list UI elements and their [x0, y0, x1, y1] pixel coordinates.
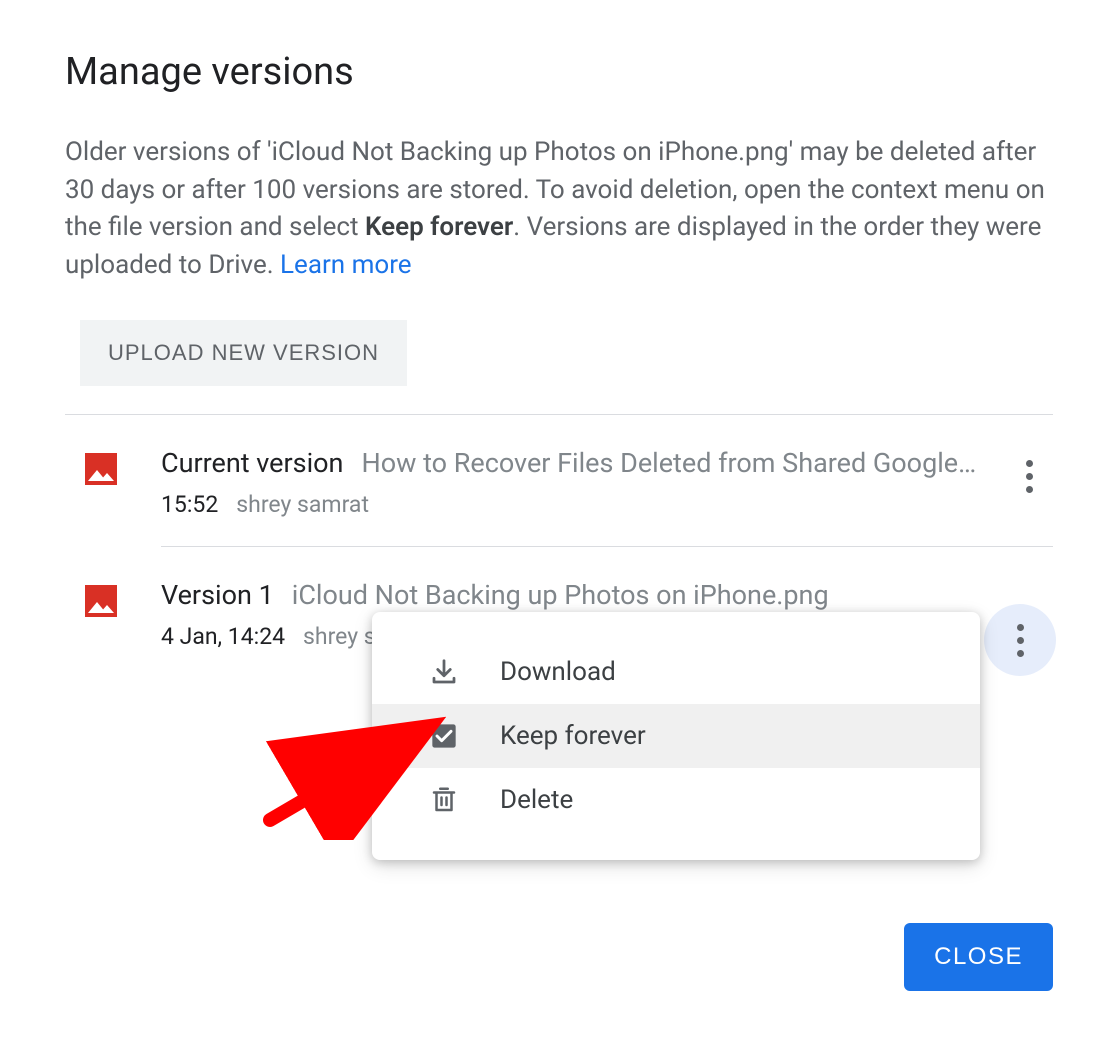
close-button[interactable]: CLOSE — [904, 923, 1053, 991]
menu-item-keep-forever[interactable]: Keep forever — [372, 704, 980, 768]
upload-new-version-button[interactable]: UPLOAD NEW VERSION — [80, 320, 407, 386]
description-bold: Keep forever — [365, 212, 513, 242]
more-vertical-icon — [1017, 624, 1024, 657]
menu-item-delete[interactable]: Delete — [372, 768, 980, 832]
version-author: shrey samrat — [236, 491, 369, 518]
version-label: Version 1 — [161, 579, 274, 611]
menu-label-keep-forever: Keep forever — [500, 721, 646, 751]
menu-item-download[interactable]: Download — [372, 640, 980, 704]
image-file-icon — [85, 453, 117, 485]
version-content: Current version How to Recover Files Del… — [161, 447, 995, 518]
dialog-title: Manage versions — [65, 50, 1053, 94]
checkbox-checked-icon — [428, 720, 460, 752]
version-label: Current version — [161, 447, 343, 479]
trash-icon — [428, 784, 460, 816]
download-icon — [428, 656, 460, 688]
version-filename: iCloud Not Backing up Photos on iPhone.p… — [292, 579, 829, 611]
version-time: 15:52 — [161, 491, 218, 518]
version-item-current: Current version How to Recover Files Del… — [65, 415, 1053, 546]
learn-more-link[interactable]: Learn more — [280, 250, 412, 280]
version-filename: How to Recover Files Deleted from Shared… — [361, 447, 976, 479]
dialog-description: Older versions of 'iCloud Not Backing up… — [65, 134, 1053, 285]
menu-label-download: Download — [500, 657, 616, 687]
version-time: 4 Jan, 14:24 — [161, 623, 285, 650]
manage-versions-dialog: Manage versions Older versions of 'iClou… — [0, 0, 1118, 1046]
image-file-icon — [85, 585, 117, 617]
context-menu: Download Keep forever Delete — [372, 612, 980, 860]
more-vertical-icon — [1026, 460, 1033, 493]
more-options-button[interactable] — [1005, 453, 1053, 501]
more-options-button-active[interactable] — [984, 604, 1056, 676]
menu-label-delete: Delete — [500, 785, 573, 815]
